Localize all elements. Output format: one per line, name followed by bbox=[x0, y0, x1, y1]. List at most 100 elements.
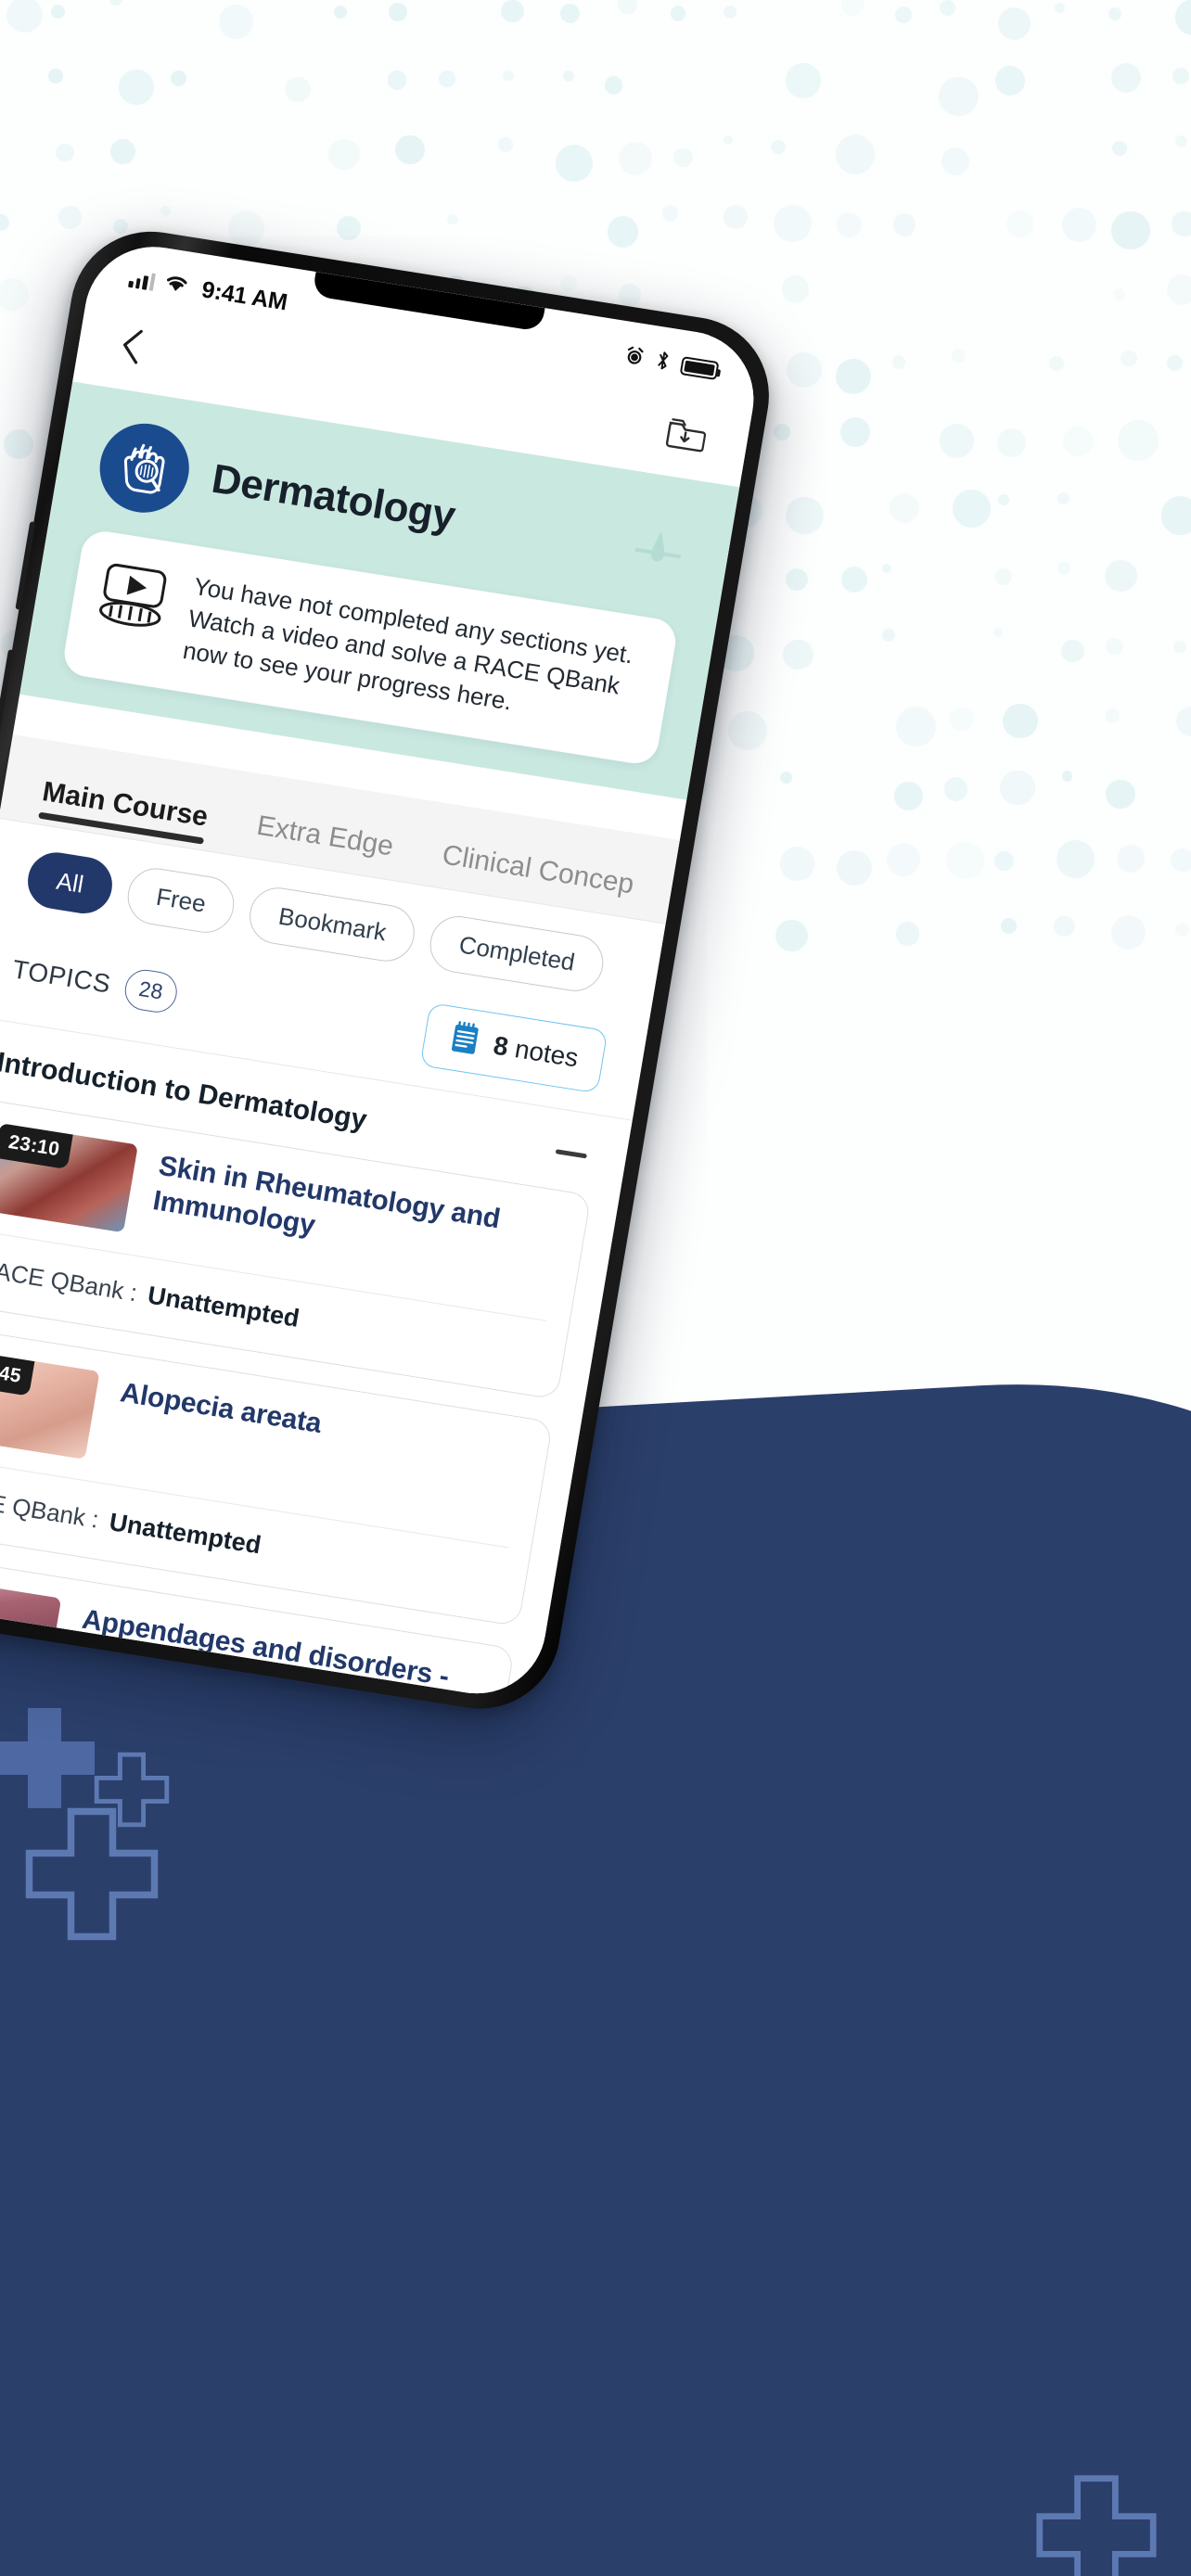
background-dot bbox=[1049, 356, 1064, 371]
background-dot bbox=[995, 567, 1012, 585]
background-dot bbox=[994, 65, 1026, 96]
background-dot bbox=[48, 69, 63, 83]
background-dot bbox=[781, 275, 810, 303]
background-dot bbox=[1005, 210, 1033, 237]
background-dot bbox=[786, 568, 809, 592]
background-dot bbox=[556, 144, 594, 183]
background-dot bbox=[952, 349, 966, 363]
background-dot bbox=[109, 139, 135, 164]
background-dot bbox=[1121, 351, 1137, 367]
background-dot bbox=[775, 919, 808, 952]
background-dot bbox=[882, 628, 896, 642]
background-dot bbox=[0, 278, 29, 311]
background-dot bbox=[882, 563, 892, 573]
background-dot bbox=[993, 628, 1004, 638]
background-dot bbox=[1063, 426, 1094, 457]
notes-button[interactable]: 8 notes bbox=[419, 1002, 608, 1094]
background-dot bbox=[1057, 492, 1070, 505]
background-dot bbox=[997, 494, 1010, 506]
background-dot bbox=[605, 76, 623, 95]
topics-count-badge: 28 bbox=[122, 966, 180, 1015]
background-dot bbox=[387, 70, 407, 90]
filter-chip-free[interactable]: Free bbox=[122, 864, 239, 937]
background-dot bbox=[941, 147, 969, 176]
background-dot bbox=[439, 70, 455, 87]
page-title: Dermatology bbox=[208, 455, 459, 540]
background-dot bbox=[780, 772, 793, 784]
background-dot bbox=[892, 212, 916, 236]
status-bar-right bbox=[622, 344, 720, 384]
background-dot bbox=[771, 139, 786, 155]
background-dot bbox=[501, 0, 524, 23]
background-dot bbox=[953, 490, 992, 529]
battery-icon bbox=[679, 356, 720, 381]
background-dot bbox=[728, 710, 767, 750]
background-dot bbox=[498, 137, 514, 153]
background-dot bbox=[1111, 914, 1146, 950]
background-dot bbox=[940, 424, 975, 458]
background-dot bbox=[1167, 274, 1191, 306]
qbank-status: Unattempted bbox=[145, 1281, 301, 1333]
back-chevron-icon[interactable] bbox=[112, 325, 153, 365]
background-dot bbox=[1111, 63, 1142, 94]
bluetooth-icon bbox=[653, 349, 672, 376]
topics-label-group: TOPICS 28 bbox=[9, 949, 180, 1015]
notepad-icon bbox=[446, 1019, 484, 1064]
background-dot bbox=[1116, 844, 1145, 873]
background-dot bbox=[1054, 915, 1075, 937]
background-dot bbox=[1172, 211, 1191, 236]
background-dot bbox=[1105, 559, 1137, 592]
background-dot bbox=[993, 850, 1014, 871]
lesson-thumbnail: 23:10 bbox=[0, 1123, 138, 1233]
background-dot bbox=[943, 776, 968, 801]
background-dot bbox=[285, 76, 311, 102]
background-dot bbox=[835, 134, 875, 174]
background-dot bbox=[559, 4, 580, 24]
background-dot bbox=[840, 417, 870, 447]
background-dot bbox=[1111, 210, 1150, 250]
decorative-plus-outline-large bbox=[22, 1804, 161, 1944]
background-dot bbox=[563, 70, 575, 83]
background-dot bbox=[780, 847, 814, 881]
wifi-icon bbox=[162, 272, 190, 299]
background-dot bbox=[890, 492, 919, 523]
lesson-duration-badge: 18:45 bbox=[0, 1350, 35, 1397]
background-dot bbox=[1057, 562, 1071, 575]
status-bar-time: 9:41 AM bbox=[199, 275, 289, 315]
background-dot bbox=[395, 134, 425, 165]
background-dot bbox=[50, 4, 66, 19]
minus-icon[interactable] bbox=[555, 1149, 588, 1159]
decorative-plus-filled bbox=[0, 1702, 100, 1814]
background-dot bbox=[171, 70, 187, 87]
background-dot bbox=[774, 424, 790, 440]
background-dot bbox=[1160, 496, 1191, 535]
background-dot bbox=[939, 0, 956, 16]
background-dot bbox=[837, 849, 873, 886]
background-dot bbox=[503, 70, 514, 81]
background-dot bbox=[1106, 779, 1135, 810]
background-dot bbox=[1174, 0, 1191, 36]
download-folder-icon[interactable] bbox=[661, 409, 711, 458]
background-dot bbox=[160, 206, 171, 217]
filter-chip-all[interactable]: All bbox=[23, 848, 117, 918]
qbank-status: Unattempted bbox=[107, 1508, 263, 1560]
background-dot bbox=[227, 210, 264, 247]
background-dot bbox=[560, 274, 577, 292]
background-dot bbox=[891, 355, 905, 369]
background-dot bbox=[618, 0, 637, 15]
background-dot bbox=[388, 3, 407, 22]
qbank-label: RACE QBank : bbox=[0, 1254, 140, 1307]
background-dot bbox=[1106, 637, 1123, 656]
background-dot bbox=[841, 0, 865, 17]
background-dot bbox=[619, 141, 652, 175]
lesson-thumbnail: 18:45 bbox=[0, 1350, 100, 1460]
notes-button-label: 8 notes bbox=[492, 1031, 581, 1074]
background-dot bbox=[0, 214, 10, 231]
background-dot bbox=[997, 6, 1031, 41]
background-dot bbox=[1171, 848, 1191, 873]
background-dot bbox=[893, 782, 923, 811]
background-dot bbox=[841, 566, 867, 593]
background-dot bbox=[1172, 67, 1189, 84]
background-dot bbox=[1111, 140, 1127, 156]
background-dot bbox=[607, 216, 639, 249]
